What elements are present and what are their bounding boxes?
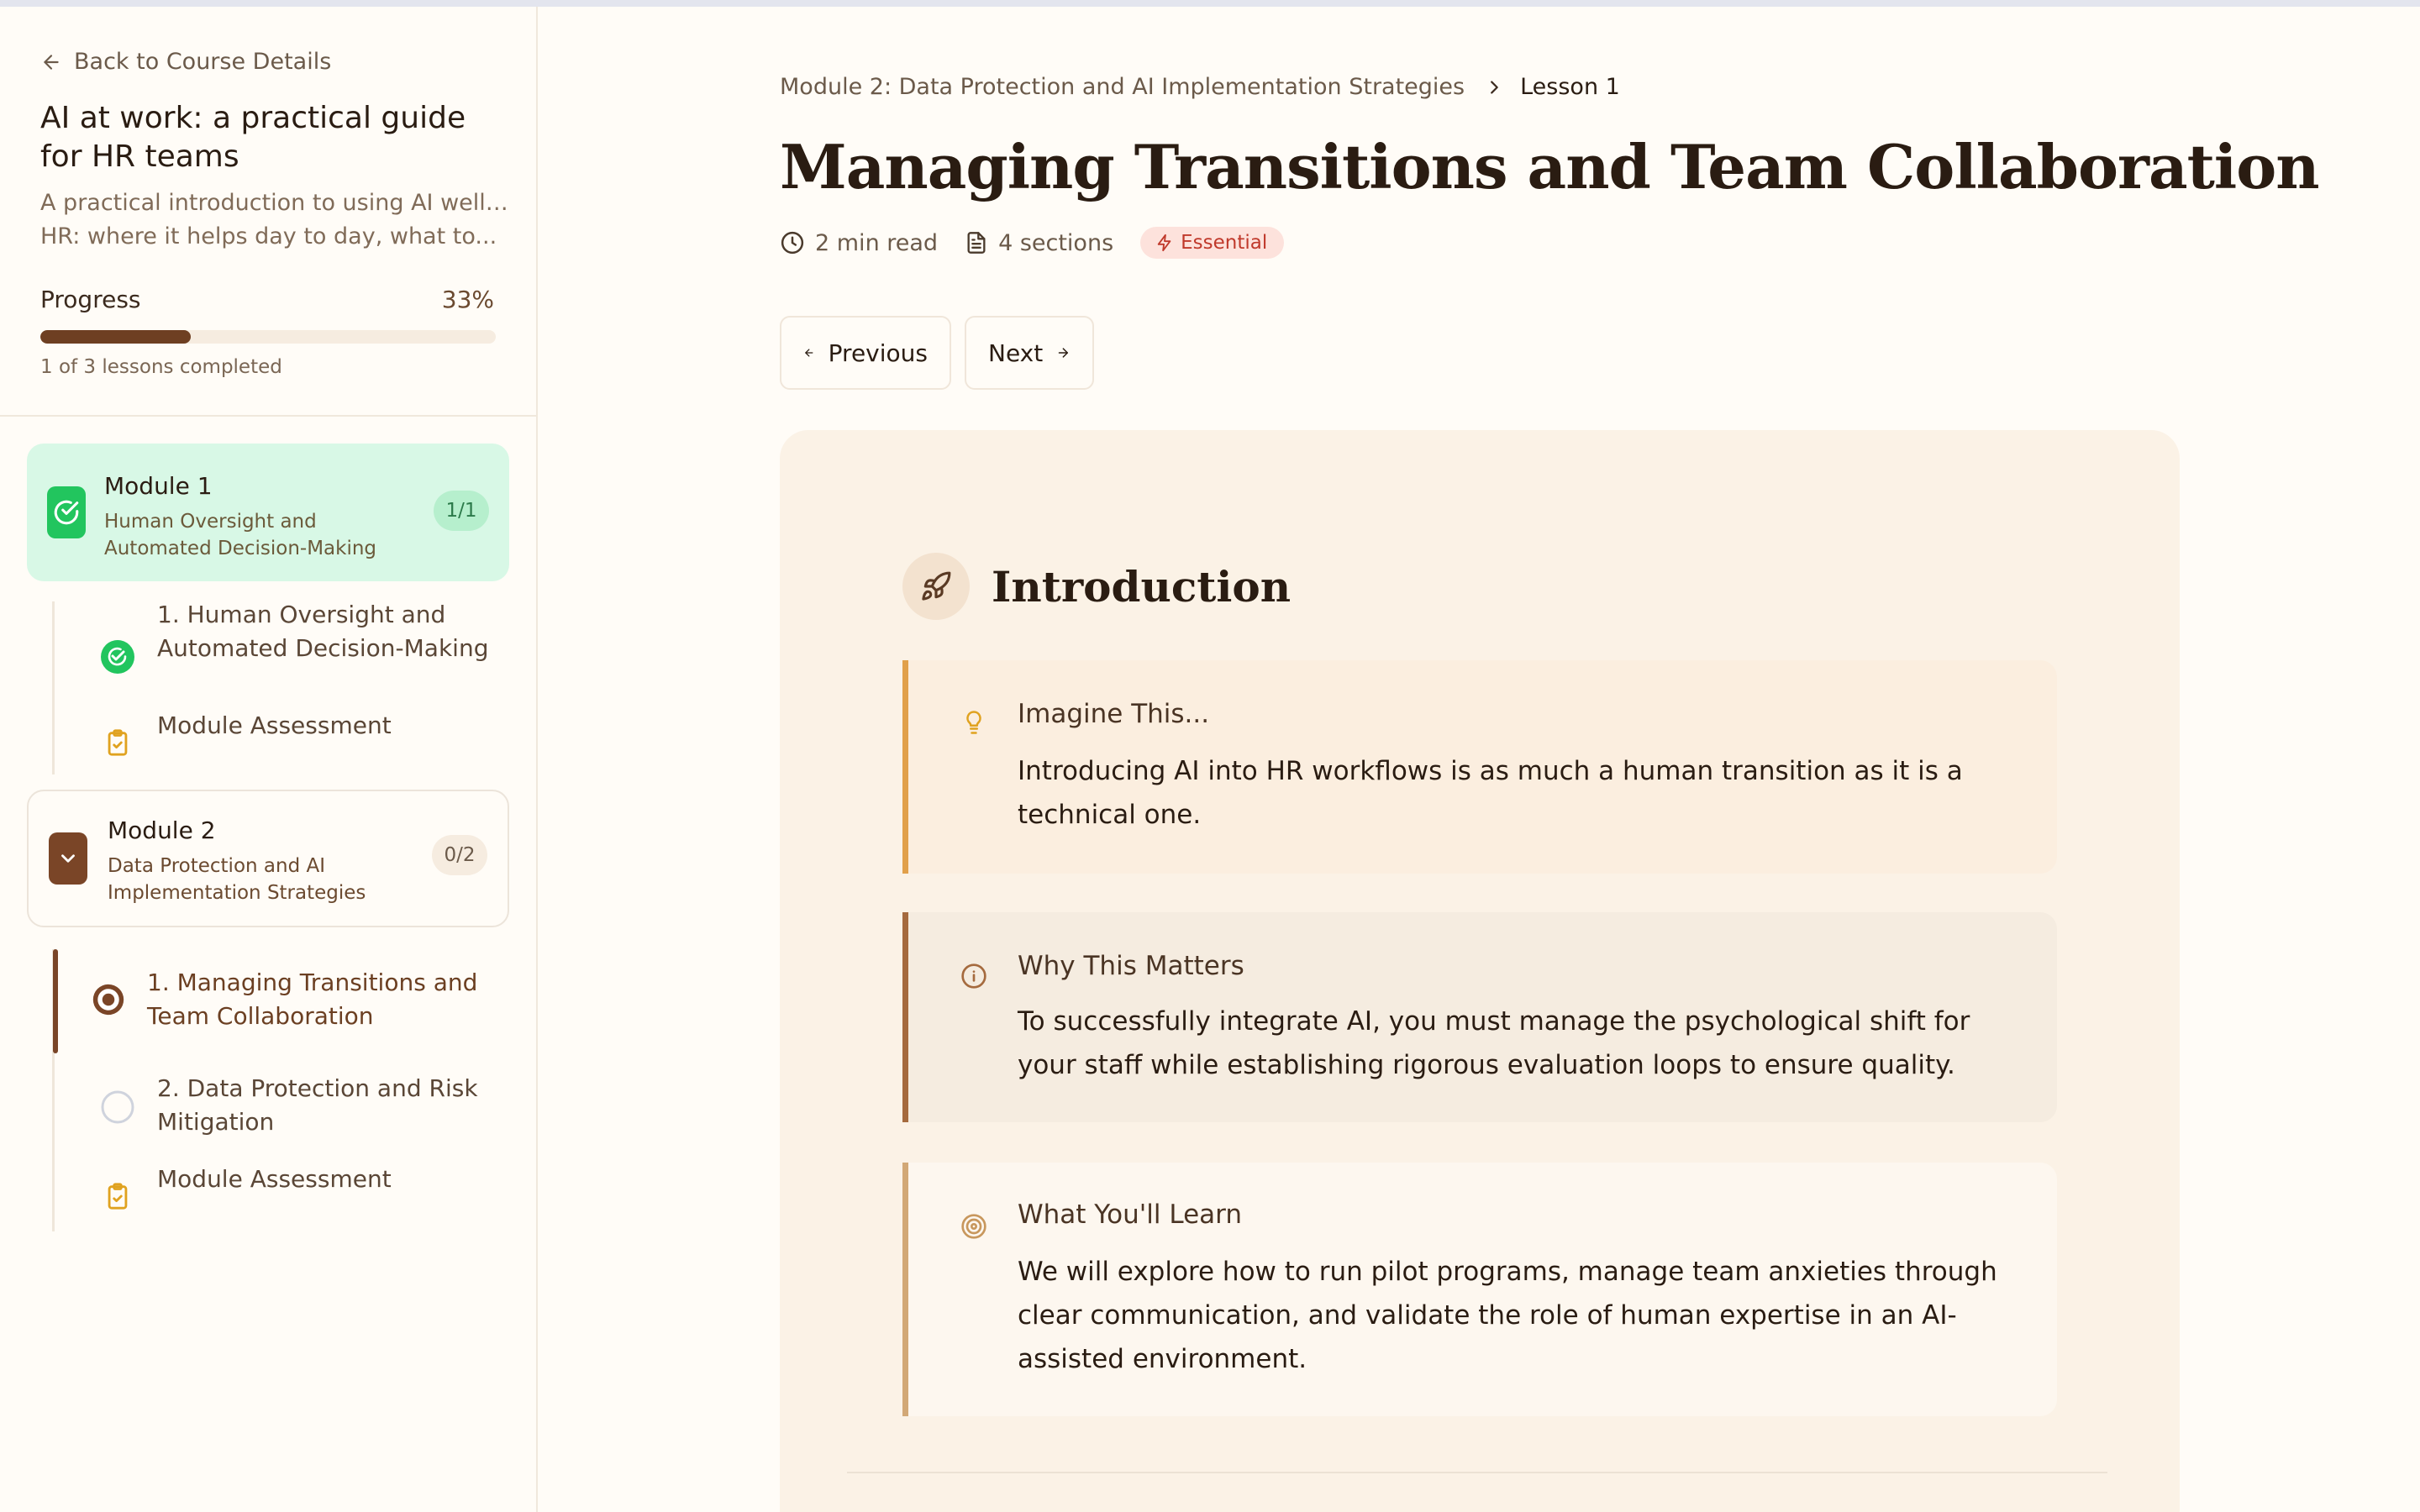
module-name: Module 2: [108, 816, 216, 844]
course-description-line: A practical introduction to using AI wel…: [40, 190, 511, 216]
module-subtitle: Data Protection and AI Implementation St…: [108, 855, 366, 904]
progress-percent: 33%: [441, 286, 494, 313]
callout-title: Why This Matters: [1018, 951, 1244, 981]
course-description-line: HR: where it helps day to day, what to..…: [40, 223, 497, 249]
callout-body: Introducing AI into HR workflows is as m…: [1018, 756, 1963, 830]
module-name: Module 1: [104, 472, 213, 500]
imagine-this-callout: Imagine This... Introducing AI into HR w…: [902, 660, 2057, 874]
lesson-label: 1. Human Oversight and Automated Decisio…: [157, 601, 489, 662]
badge-label: Essential: [1181, 232, 1268, 254]
chevron-right-icon: [1485, 78, 1503, 97]
previous-label: Previous: [828, 339, 928, 367]
next-button[interactable]: Next: [965, 316, 1094, 390]
callout-body: To successfully integrate AI, you must m…: [1018, 1006, 1970, 1080]
previous-button[interactable]: Previous: [780, 316, 951, 390]
chevron-down-icon: [49, 832, 87, 885]
callout-title: What You'll Learn: [1018, 1200, 1242, 1230]
arrow-right-icon: [1058, 348, 1069, 358]
module-2-lessons: 1. Managing Transitions and Team Collabo…: [52, 949, 509, 1231]
callout-title: Imagine This...: [1018, 699, 1210, 729]
clock-icon: [781, 231, 804, 255]
progress-label: Progress: [40, 286, 141, 313]
active-lesson-indicator: [53, 949, 58, 1053]
essential-badge: Essential: [1140, 227, 1285, 259]
course-title: AI at work: a practical guide for HR tea…: [40, 101, 466, 174]
read-time: 2 min read: [780, 230, 938, 256]
callout-body: We will explore how to run pilot program…: [1018, 1257, 1997, 1374]
module-count-badge: 0/2: [432, 835, 487, 875]
module-2-card[interactable]: Module 2 Data Protection and AI Implemen…: [27, 790, 509, 927]
radio-filled-icon: [92, 983, 125, 1016]
progress-bar: [40, 330, 496, 344]
circle-outline-icon: [101, 1090, 134, 1124]
check-circle-icon: [47, 486, 86, 538]
what-youll-learn-callout: What You'll Learn We will explore how to…: [902, 1163, 2057, 1416]
document-icon: [967, 232, 986, 254]
section-count-label: 4 sections: [998, 229, 1114, 256]
divider: [847, 1472, 2107, 1473]
clipboard-check-icon: [101, 1179, 134, 1213]
lesson-item-current[interactable]: 1. Managing Transitions and Team Collabo…: [53, 949, 512, 1053]
breadcrumb: Module 2: Data Protection and AI Impleme…: [780, 74, 1620, 100]
module-subtitle: Human Oversight and Automated Decision-M…: [104, 511, 377, 559]
top-bar: [0, 0, 2420, 7]
introduction-header: Introduction: [902, 553, 1291, 620]
lesson-label: Module Assessment: [157, 711, 392, 739]
read-time-label: 2 min read: [815, 229, 939, 256]
progress-caption: 1 of 3 lessons completed: [40, 356, 282, 378]
target-icon: [959, 1211, 989, 1242]
back-link-label: Back to Course Details: [74, 49, 332, 75]
arrow-left-icon: [805, 349, 813, 357]
lesson-label: 1. Managing Transitions and Team Collabo…: [147, 969, 478, 1030]
lightbulb-icon: [959, 707, 989, 738]
module-count-badge: 1/1: [434, 491, 489, 531]
breadcrumb-module-link[interactable]: Module 2: Data Protection and AI Impleme…: [780, 74, 1465, 100]
lesson-label: Module Assessment: [157, 1165, 392, 1193]
module-1-lessons: 1. Human Oversight and Automated Decisio…: [52, 601, 509, 774]
breadcrumb-current: Lesson 1: [1520, 74, 1620, 100]
check-circle-icon: [101, 640, 134, 674]
why-this-matters-callout: Why This Matters To successfully integra…: [902, 912, 2057, 1122]
arrow-left-icon: [44, 54, 59, 70]
lesson-label: 2. Data Protection and Risk Mitigation: [157, 1074, 478, 1136]
rocket-icon: [902, 553, 970, 620]
info-icon: [959, 961, 989, 991]
lesson-content-card: Introduction Imagine This... Introducing…: [780, 430, 2180, 1512]
page-title: Managing Transitions and Team Collaborat…: [780, 131, 2320, 202]
course-sidebar: Back to Course Details AI at work: a pra…: [0, 7, 538, 1512]
lesson-meta: 2 min read 4 sections Essential: [780, 227, 1285, 259]
back-to-course-link[interactable]: Back to Course Details: [40, 49, 331, 75]
next-label: Next: [988, 339, 1044, 367]
lightning-icon: [1157, 234, 1171, 252]
section-count: 4 sections: [965, 230, 1113, 256]
progress-bar-fill: [40, 330, 191, 344]
divider: [0, 415, 536, 417]
module-1-card[interactable]: Module 1 Human Oversight and Automated D…: [27, 444, 509, 581]
course-description: A practical introduction to using AI wel…: [40, 186, 511, 254]
clipboard-check-icon: [101, 726, 134, 759]
introduction-heading: Introduction: [992, 561, 1292, 612]
